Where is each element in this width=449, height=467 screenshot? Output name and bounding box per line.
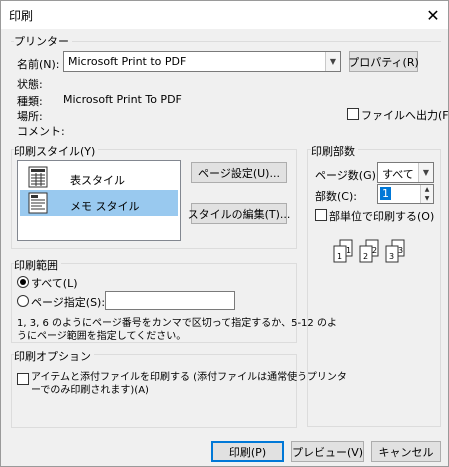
printer-name-select[interactable]: Microsoft Print to PDF ▼	[63, 51, 341, 72]
collate-page-number: 3	[389, 252, 394, 261]
collate-label: 部単位で印刷する(O)	[329, 210, 435, 223]
collate-page-number: 3	[398, 246, 403, 255]
window-title: 印刷	[9, 9, 34, 23]
pages-value: すべて	[382, 168, 414, 181]
spin-up-icon[interactable]: ▲	[421, 186, 433, 193]
print-style-group-label: 印刷スタイル(Y)	[14, 143, 99, 159]
print-style-list[interactable]: 表スタイル メモ スタイル	[17, 160, 181, 241]
collate-checkbox[interactable]	[315, 209, 327, 221]
printer-name-label: 名前(N):	[17, 58, 60, 71]
list-item-memo-style[interactable]: メモ スタイル	[20, 190, 178, 216]
spin-down-icon[interactable]: ▼	[421, 195, 433, 202]
table-style-icon	[28, 166, 48, 188]
range-hint-line2: うにページ範囲を指定してください。	[17, 331, 187, 342]
print-to-file-checkbox[interactable]	[347, 108, 359, 120]
range-all-radio[interactable]	[17, 276, 29, 288]
copies-spinner[interactable]: ▲ ▼	[420, 185, 433, 203]
print-range-group-label: 印刷範囲	[14, 257, 61, 273]
list-item-label: メモ スタイル	[70, 200, 140, 213]
copies-group-label: 印刷部数	[311, 143, 358, 159]
properties-button[interactable]: プロパティ(R)	[348, 51, 419, 72]
collate-page-number: 1	[346, 246, 351, 255]
preview-button[interactable]: プレビュー(V)	[291, 441, 364, 462]
copies-count-value: 1	[380, 187, 391, 200]
cancel-button[interactable]: キャンセル	[371, 441, 441, 462]
pages-select[interactable]: すべて ▼	[377, 162, 434, 183]
list-item-label: 表スタイル	[70, 174, 125, 187]
attachments-label-line2: ーでのみ印刷されます)(A)	[31, 385, 149, 396]
page-setup-button[interactable]: ページ設定(U)...	[191, 162, 287, 183]
printer-group-label: プリンター	[14, 33, 72, 49]
status-label: 状態:	[17, 78, 43, 91]
location-label: 場所:	[17, 110, 43, 123]
list-item-table-style[interactable]: 表スタイル	[20, 164, 178, 190]
collate-pages-icon: 1 1 2 2 3 3	[333, 239, 405, 263]
range-pages-input[interactable]	[105, 291, 235, 310]
chevron-down-icon[interactable]: ▼	[325, 52, 340, 71]
memo-style-icon	[28, 192, 48, 214]
range-pages-label: ページ指定(S):	[31, 296, 106, 309]
collate-page-number: 2	[372, 246, 377, 255]
edit-styles-button[interactable]: スタイルの編集(T)...	[188, 203, 290, 224]
copies-count-label: 部数(C):	[315, 190, 357, 203]
attachments-checkbox[interactable]	[17, 373, 29, 385]
printer-name-value: Microsoft Print to PDF	[68, 55, 187, 68]
copies-count-stepper[interactable]: 1 ▲ ▼	[377, 184, 434, 204]
pages-label: ページ数(G):	[315, 169, 380, 182]
print-button[interactable]: 印刷(P)	[211, 441, 284, 462]
collate-page-number: 2	[363, 252, 368, 261]
print-to-file-label: ファイルへ出力(F)	[361, 109, 449, 122]
collate-page-number: 1	[337, 252, 342, 261]
print-options-group-label: 印刷オプション	[14, 348, 94, 364]
close-icon[interactable]: ✕	[418, 1, 448, 29]
chevron-down-icon[interactable]: ▼	[418, 163, 433, 182]
range-all-label: すべて(L)	[31, 277, 78, 290]
print-dialog: 印刷 ✕ プリンター 名前(N): Microsoft Print to PDF…	[0, 0, 449, 467]
range-pages-radio[interactable]	[17, 295, 29, 307]
type-value: Microsoft Print To PDF	[63, 93, 182, 106]
comment-label: コメント:	[17, 125, 65, 138]
printer-group-line	[11, 41, 441, 42]
title-bar: 印刷 ✕	[1, 1, 448, 29]
type-label: 種類:	[17, 95, 43, 108]
